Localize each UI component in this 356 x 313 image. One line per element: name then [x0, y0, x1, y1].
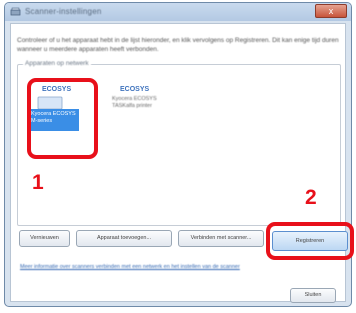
- refresh-button[interactable]: Vernieuwen: [19, 230, 70, 247]
- add-device-button[interactable]: Apparaat toevoegen...: [76, 230, 172, 247]
- device-list-label: Apparaten op netwerk: [23, 60, 91, 67]
- annotation-number-1: 1: [32, 171, 44, 194]
- register-button[interactable]: Registreren: [272, 231, 348, 251]
- connect-scanner-button[interactable]: Verbinden met scanner...: [178, 230, 264, 247]
- close-window-button[interactable]: x: [315, 4, 347, 18]
- window-title: Scanner-instellingen: [25, 7, 102, 16]
- annotation-number-2: 2: [305, 186, 317, 209]
- scanner-icon: [10, 7, 21, 16]
- printer-icon: ECOSYS: [120, 86, 150, 93]
- title-bar: Scanner-instellingen x: [5, 3, 351, 21]
- help-link[interactable]: Meer informatie over scanners verbinden …: [20, 264, 290, 270]
- device-caption: Kyocera ECOSYS TASKalfa printer: [112, 96, 157, 109]
- highlight-box-1: [27, 78, 98, 159]
- instructions-text: Controleer of u het apparaat hebt in de …: [17, 37, 339, 53]
- close-button[interactable]: Sluiten: [290, 288, 336, 303]
